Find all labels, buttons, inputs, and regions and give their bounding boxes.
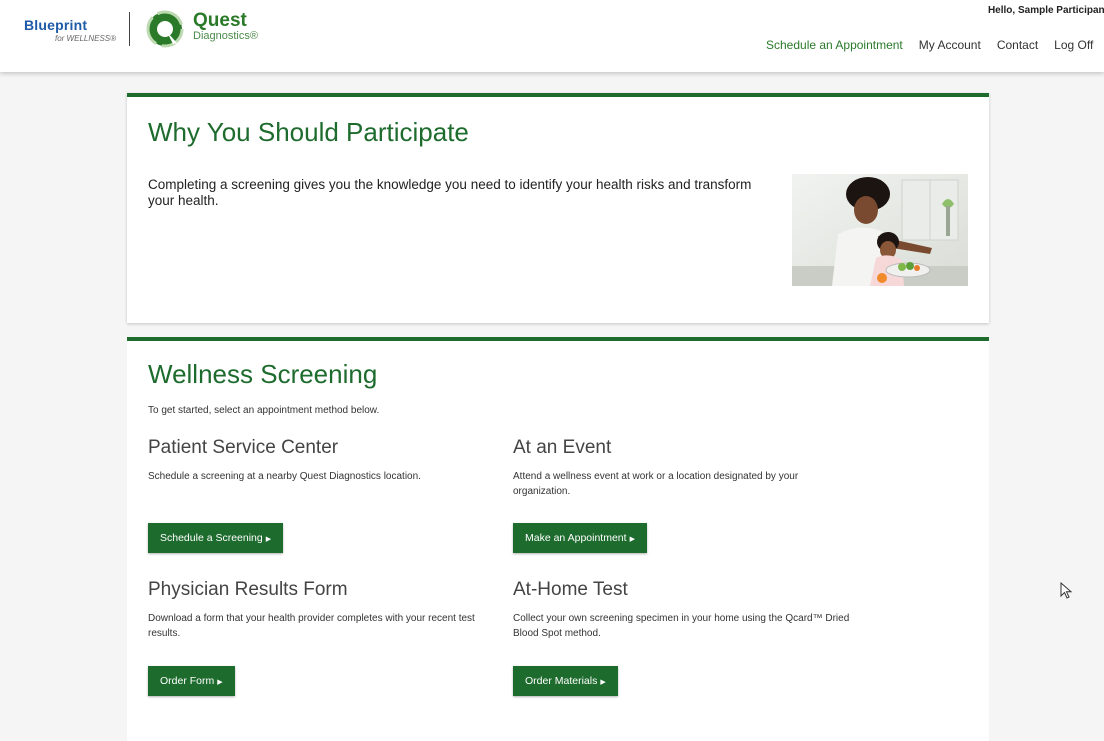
blueprint-logo[interactable]: Blueprint for WELLNESS® (24, 18, 116, 43)
order-form-button[interactable]: Order Form ▶ (148, 666, 235, 696)
option-title: Patient Service Center (148, 437, 339, 458)
nav-my-account[interactable]: My Account (919, 38, 981, 52)
mouse-pointer-icon (1060, 582, 1073, 599)
option-description: Schedule a screening at a nearby Quest D… (148, 471, 421, 482)
caret-right-icon: ▶ (600, 679, 606, 686)
top-nav: Schedule an Appointment My Account Contact… (766, 38, 1104, 52)
wellness-screening-lead: To get started, select an appointment me… (148, 405, 380, 416)
site-header: Blueprint for WELLNESS® Quest Diagnostic… (0, 0, 1104, 72)
why-participate-title: Why You Should Participate (148, 117, 469, 147)
wellness-screening-card: Wellness Screening To get started, selec… (127, 337, 989, 741)
button-label: Order Form (160, 675, 215, 687)
order-materials-button[interactable]: Order Materials ▶ (513, 666, 618, 696)
button-label: Make an Appointment (525, 532, 627, 544)
button-label: Order Materials (525, 675, 598, 687)
option-at-an-event: At an Event Attend a wellness event at w… (513, 437, 853, 499)
option-at-home-test: At-Home Test Collect your own screening … (513, 579, 853, 641)
option-description: Collect your own screening specimen in y… (513, 613, 850, 639)
make-appointment-button[interactable]: Make an Appointment ▶ (513, 523, 647, 553)
nav-contact[interactable]: Contact (997, 38, 1038, 52)
button-label: Schedule a Screening (160, 532, 263, 544)
why-participate-card: Why You Should Participate Completing a … (127, 93, 989, 323)
nav-log-off[interactable]: Log Off (1054, 38, 1093, 52)
user-greeting: Hello, Sample Participant (987, 5, 1104, 16)
quest-logo-sub: Diagnostics® (193, 30, 258, 42)
quest-logo-name: Quest (193, 10, 247, 31)
blueprint-logo-subtext: for WELLNESS® (55, 34, 117, 43)
schedule-screening-button[interactable]: Schedule a Screening ▶ (148, 523, 284, 553)
caret-right-icon: ▶ (629, 536, 635, 543)
caret-right-icon: ▶ (265, 536, 272, 543)
why-participate-text: Completing a screening gives you the kno… (148, 177, 752, 208)
option-patient-service-center: Patient Service Center Schedule a screen… (148, 437, 488, 484)
mother-daughter-cooking-photo (792, 174, 968, 286)
logo-divider (129, 12, 130, 46)
option-title: At an Event (513, 437, 612, 458)
option-description: Attend a wellness event at work or a loc… (513, 471, 799, 497)
quest-logo-icon (146, 10, 184, 48)
caret-right-icon: ▶ (217, 679, 223, 686)
option-physician-results-form: Physician Results Form Download a form t… (148, 579, 488, 641)
wellness-screening-title: Wellness Screening (148, 359, 378, 389)
option-description: Download a form that your health provide… (148, 613, 475, 639)
blueprint-logo-text: Blueprint (24, 17, 88, 33)
nav-schedule-appointment[interactable]: Schedule an Appointment (766, 38, 903, 52)
option-title: At-Home Test (513, 579, 628, 600)
option-title: Physician Results Form (148, 579, 348, 600)
